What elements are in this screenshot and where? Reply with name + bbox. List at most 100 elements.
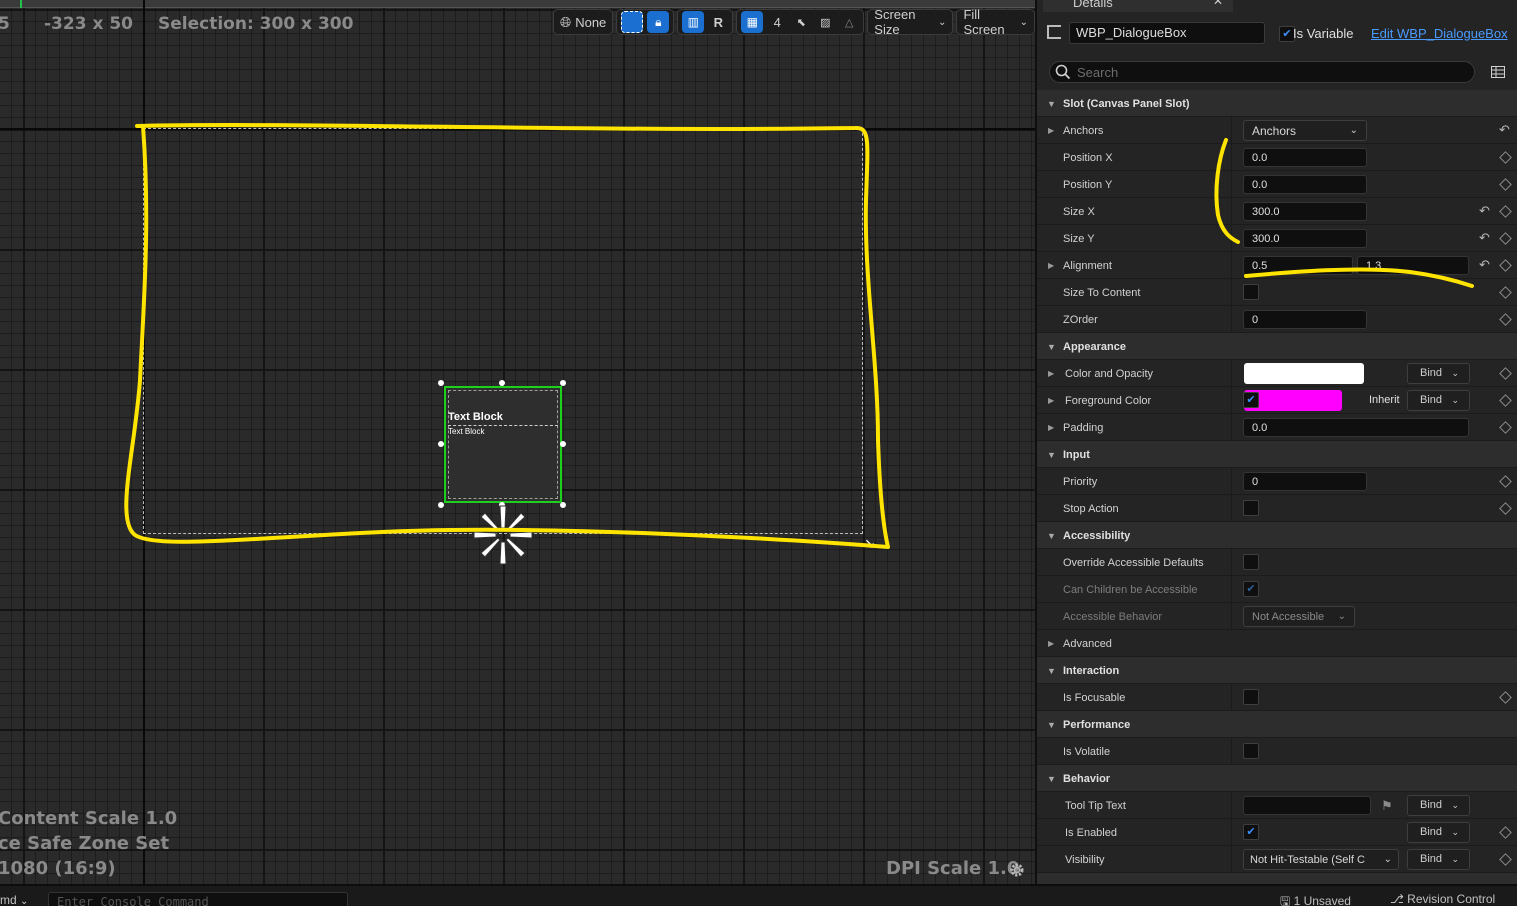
lock-icon[interactable]: 🔒︎: [647, 11, 670, 33]
row-splitter[interactable]: [1231, 252, 1232, 279]
resize-handle-right[interactable]: [560, 441, 566, 447]
mirror-icon[interactable]: △: [839, 11, 859, 33]
row-splitter[interactable]: [1231, 495, 1232, 522]
edit-widget-link[interactable]: Edit WBP_DialogueBox: [1371, 26, 1508, 41]
row-splitter[interactable]: [1231, 738, 1232, 765]
expand-arrow-icon[interactable]: ▶: [1048, 261, 1054, 270]
is-volatile-checkbox[interactable]: [1243, 743, 1259, 759]
fill-screen-dropdown[interactable]: Fill Screen ⌄: [956, 7, 1035, 37]
bind-dropdown[interactable]: Bind ⌄: [1407, 363, 1470, 384]
row-splitter[interactable]: [1231, 414, 1232, 441]
grid-snap-icon[interactable]: ▦: [741, 11, 764, 33]
resize-handle-left[interactable]: [438, 441, 444, 447]
row-splitter[interactable]: [1231, 387, 1232, 414]
expand-arrow-icon[interactable]: ▶: [1048, 396, 1054, 405]
keyframe-diamond-icon[interactable]: [1499, 691, 1512, 704]
console-command-input[interactable]: Enter Console Command: [48, 892, 348, 906]
row-splitter[interactable]: [1231, 144, 1232, 171]
flag-icon[interactable]: ⚑: [1381, 798, 1393, 814]
keyframe-diamond-icon[interactable]: [1499, 367, 1512, 380]
keyframe-diamond-icon[interactable]: [1499, 502, 1512, 515]
size-y-field[interactable]: 300.0: [1243, 229, 1367, 248]
anchor-medallion-icon[interactable]: [470, 502, 536, 568]
category-appearance[interactable]: ▼ Appearance: [1037, 333, 1517, 360]
dpi-settings-gear-icon[interactable]: [1008, 861, 1026, 879]
row-splitter[interactable]: [1231, 306, 1232, 333]
row-splitter[interactable]: [1231, 846, 1232, 873]
keyframe-diamond-icon[interactable]: [1499, 394, 1512, 407]
details-tab[interactable]: Details ✕: [1043, 0, 1233, 12]
row-splitter[interactable]: [1231, 360, 1232, 387]
position-x-field[interactable]: 0.0: [1243, 148, 1367, 167]
reset-icon[interactable]: ↶: [1479, 257, 1490, 273]
bind-dropdown[interactable]: Bind ⌄: [1407, 795, 1470, 816]
grid-size-value[interactable]: 4: [767, 11, 787, 33]
keyframe-diamond-icon[interactable]: [1499, 151, 1512, 164]
position-y-field[interactable]: 0.0: [1243, 175, 1367, 194]
category-accessibility[interactable]: ▼ Accessibility: [1037, 522, 1517, 549]
keyframe-diamond-icon[interactable]: [1499, 475, 1512, 488]
bind-dropdown[interactable]: Bind ⌄: [1407, 390, 1470, 411]
resize-handle-top-left[interactable]: [438, 380, 444, 386]
locale-preview-dropdown[interactable]: 🌐︎ None: [553, 9, 614, 35]
category-performance[interactable]: ▼ Performance: [1037, 711, 1517, 738]
override-accessible-checkbox[interactable]: [1243, 554, 1259, 570]
image-icon[interactable]: ▨: [815, 11, 835, 33]
row-splitter[interactable]: [1231, 549, 1232, 576]
property-matrix-icon[interactable]: [1491, 65, 1505, 83]
row-splitter[interactable]: [1231, 603, 1232, 630]
row-splitter[interactable]: [1231, 171, 1232, 198]
category-interaction[interactable]: ▼ Interaction: [1037, 657, 1517, 684]
category-input[interactable]: ▼ Input: [1037, 441, 1517, 468]
row-splitter[interactable]: [1231, 117, 1232, 144]
is-enabled-checkbox[interactable]: ✔: [1243, 824, 1259, 840]
alignment-x-field[interactable]: 0.5: [1243, 256, 1353, 275]
respect-locks-button[interactable]: R: [708, 11, 728, 33]
keyframe-diamond-icon[interactable]: [1499, 286, 1512, 299]
row-splitter[interactable]: [1231, 819, 1232, 846]
row-splitter[interactable]: [1231, 684, 1232, 711]
keyframe-diamond-icon[interactable]: [1499, 313, 1512, 326]
category-behavior[interactable]: ▼ Behavior: [1037, 765, 1517, 792]
visibility-dropdown[interactable]: Not Hit-Testable (Self C ⌄: [1243, 849, 1399, 870]
keyframe-diamond-icon[interactable]: [1499, 421, 1512, 434]
details-search-input[interactable]: Search: [1049, 61, 1475, 83]
reset-icon[interactable]: ↶: [1479, 230, 1490, 246]
anchors-dropdown[interactable]: Anchors ⌄: [1243, 120, 1367, 141]
row-splitter[interactable]: [1231, 279, 1232, 306]
cursor-icon[interactable]: ⬉: [791, 11, 811, 33]
category-slot[interactable]: ▼ Slot (Canvas Panel Slot): [1037, 90, 1517, 117]
keyframe-diamond-icon[interactable]: [1499, 826, 1512, 839]
row-splitter[interactable]: [1231, 576, 1232, 603]
stop-action-checkbox[interactable]: [1243, 500, 1259, 516]
screen-size-dropdown[interactable]: Screen Size ⌄: [867, 7, 954, 37]
expand-arrow-icon[interactable]: ▶: [1048, 639, 1054, 648]
bind-dropdown[interactable]: Bind ⌄: [1407, 822, 1470, 843]
size-to-content-checkbox[interactable]: [1243, 284, 1259, 300]
row-splitter[interactable]: [1231, 198, 1232, 225]
tooltip-text-field[interactable]: [1243, 796, 1371, 815]
is-focusable-checkbox[interactable]: [1243, 689, 1259, 705]
text-block-widget[interactable]: Text Block Text Block: [444, 386, 562, 503]
bind-dropdown[interactable]: Bind ⌄: [1407, 849, 1470, 870]
revision-control-status[interactable]: ⎇ Revision Control: [1390, 892, 1495, 906]
marquee-select-icon[interactable]: [621, 11, 644, 33]
unsaved-status[interactable]: 🖫︎ 1 Unsaved: [1280, 892, 1351, 906]
row-splitter[interactable]: [1231, 225, 1232, 252]
padding-field[interactable]: 0.0: [1243, 418, 1469, 437]
expand-arrow-icon[interactable]: ▶: [1048, 369, 1054, 378]
reset-icon[interactable]: ↶: [1499, 122, 1510, 138]
category-next[interactable]: [1037, 873, 1517, 884]
keyframe-diamond-icon[interactable]: [1499, 259, 1512, 272]
widget-name-field[interactable]: WBP_DialogueBox: [1069, 22, 1265, 44]
resize-handle-bottom-left[interactable]: [438, 502, 444, 508]
alignment-y-field[interactable]: 1.3: [1357, 256, 1469, 275]
designer-viewport[interactable]: 5 -323 x 50 Selection: 300 x 300 Content…: [0, 0, 1035, 884]
row-splitter[interactable]: [1231, 468, 1232, 495]
resize-handle-top-right[interactable]: [560, 380, 566, 386]
priority-field[interactable]: 0: [1243, 472, 1367, 491]
expand-arrow-icon[interactable]: ▶: [1048, 423, 1054, 432]
expand-arrow-icon[interactable]: ▶: [1048, 126, 1054, 135]
close-icon[interactable]: ✕: [1213, 0, 1223, 8]
resize-handle-bottom-right[interactable]: [560, 502, 566, 508]
